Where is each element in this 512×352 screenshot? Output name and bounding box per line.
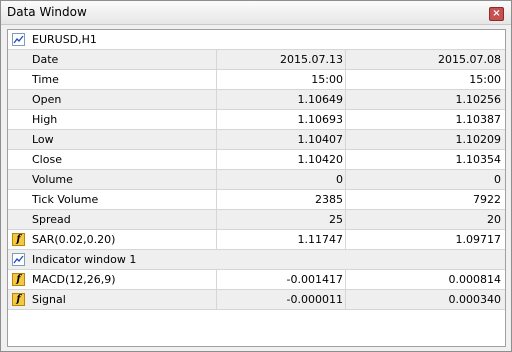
row-value-2: 0.000340 [345, 290, 505, 309]
row-label: Open [32, 93, 62, 106]
row-value-2: 0 [345, 170, 505, 189]
table-row: Open 1.10649 1.10256 [8, 90, 505, 110]
row-value-1: 1.10407 [216, 130, 345, 149]
row-label: Close [32, 153, 62, 166]
row-value-2: 1.10387 [345, 110, 505, 129]
row-label: Signal [32, 293, 66, 306]
row-label: Tick Volume [32, 193, 99, 206]
title-bar[interactable]: Data Window × [1, 1, 511, 25]
row-value-1: 15:00 [216, 70, 345, 89]
function-icon: f [12, 233, 25, 246]
data-table: EURUSD,H1 Date 2015.07.13 2015.07.08 Tim… [7, 29, 506, 347]
row-value-2: 0.000814 [345, 270, 505, 289]
row-label: High [32, 113, 58, 126]
row-value-2: 1.10256 [345, 90, 505, 109]
row-value-2: 20 [345, 210, 505, 229]
row-value-1: 1.11747 [216, 230, 345, 249]
table-row: Low 1.10407 1.10209 [8, 130, 505, 150]
table-row: Volume 0 0 [8, 170, 505, 190]
symbol-label: EURUSD,H1 [32, 33, 97, 46]
row-value-1: -0.000011 [216, 290, 345, 309]
row-value-2: 7922 [345, 190, 505, 209]
table-row: Date 2015.07.13 2015.07.08 [8, 50, 505, 70]
row-value-1: 1.10420 [216, 150, 345, 169]
function-icon: f [12, 293, 25, 306]
row-label: Date [32, 53, 59, 66]
row-value-2: 1.10209 [345, 130, 505, 149]
row-value-1: 2385 [216, 190, 345, 209]
function-icon: f [12, 273, 25, 286]
table-row: Time 15:00 15:00 [8, 70, 505, 90]
indicator-window-row: Indicator window 1 [8, 250, 505, 270]
table-row: High 1.10693 1.10387 [8, 110, 505, 130]
row-value-1: 1.10649 [216, 90, 345, 109]
close-icon: × [492, 8, 501, 19]
indicator-row-signal: f Signal -0.000011 0.000340 [8, 290, 505, 310]
row-value-1: 1.10693 [216, 110, 345, 129]
row-label: MACD(12,26,9) [32, 273, 116, 286]
row-label: SAR(0.02,0.20) [32, 233, 116, 246]
row-value-1: -0.001417 [216, 270, 345, 289]
row-value-2: 1.10354 [345, 150, 505, 169]
table-row: Spread 25 20 [8, 210, 505, 230]
table-row: Close 1.10420 1.10354 [8, 150, 505, 170]
chart-icon [12, 253, 25, 266]
indicator-window-label: Indicator window 1 [32, 253, 137, 266]
chart-icon [12, 33, 25, 46]
table-row: Tick Volume 2385 7922 [8, 190, 505, 210]
data-window: Data Window × EURUSD,H1 Date 2015.07.13 … [0, 0, 512, 352]
indicator-row-sar: f SAR(0.02,0.20) 1.11747 1.09717 [8, 230, 505, 250]
row-value-2: 2015.07.08 [345, 50, 505, 69]
row-value-1: 25 [216, 210, 345, 229]
row-value-2: 1.09717 [345, 230, 505, 249]
row-value-1: 0 [216, 170, 345, 189]
row-value-2: 15:00 [345, 70, 505, 89]
row-label: Low [32, 133, 54, 146]
window-title: Data Window [7, 5, 87, 19]
symbol-row: EURUSD,H1 [8, 30, 505, 50]
close-button[interactable]: × [489, 7, 504, 21]
row-label: Spread [32, 213, 71, 226]
row-value-1: 2015.07.13 [216, 50, 345, 69]
row-label: Time [32, 73, 59, 86]
row-label: Volume [32, 173, 73, 186]
indicator-row-macd: f MACD(12,26,9) -0.001417 0.000814 [8, 270, 505, 290]
